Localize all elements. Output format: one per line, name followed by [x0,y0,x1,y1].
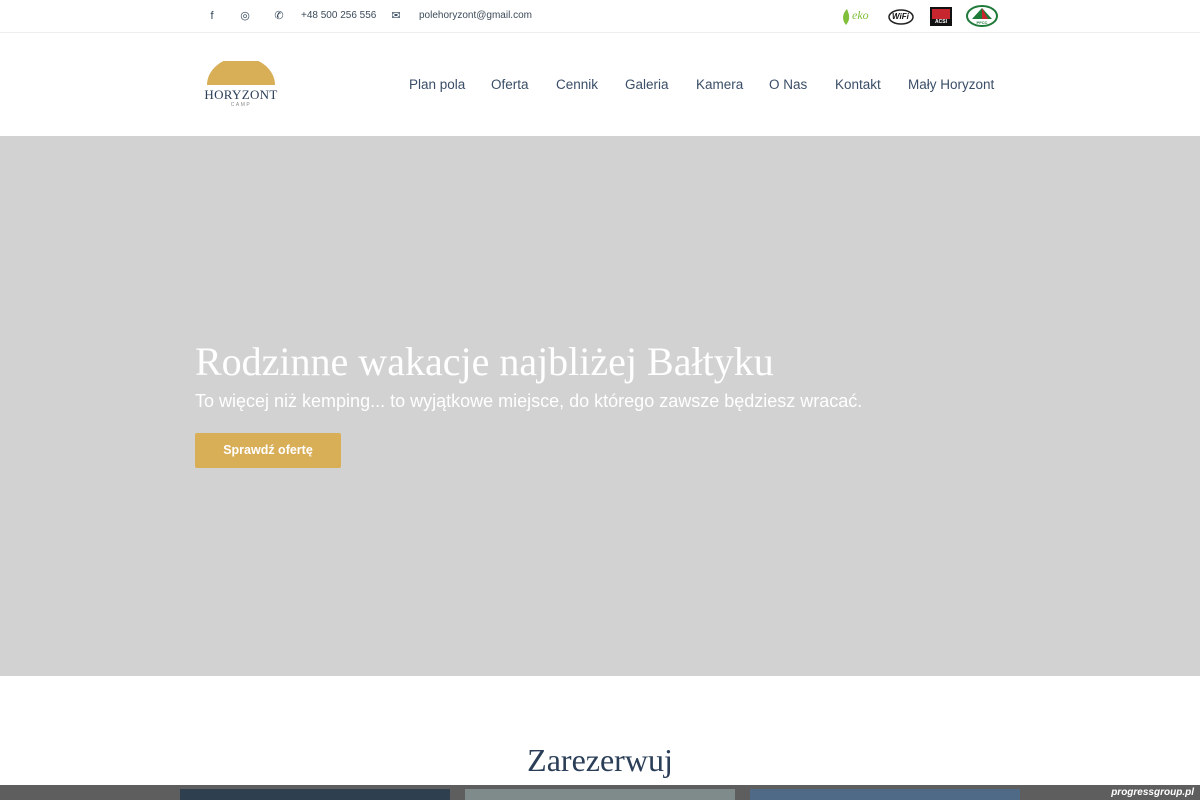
hero-banner: Rodzinne wakacje najbliżej Bałtyku To wi… [0,136,1200,676]
camping-badge-label: PFCC [976,20,988,25]
wifi-badge: WiFi [887,5,915,27]
instagram-icon[interactable]: ◎ [239,10,251,22]
nav-o-nas[interactable]: O Nas [769,77,807,93]
eko-badge-label: eko [852,8,869,22]
phone-icon: ✆ [274,10,284,22]
email-link[interactable]: polehoryzont@gmail.com [419,10,532,22]
gallery-thumb-1[interactable] [180,789,450,800]
reserve-heading: Zarezerwuj [527,742,673,778]
hero-subtitle: To więcej niż kemping... to wyjątkowe mi… [195,391,863,411]
wifi-badge-label: WiFi [892,12,909,21]
gallery-thumb-2[interactable] [465,789,735,800]
gallery-thumb-3[interactable] [750,789,1020,800]
eko-badge: eko [840,5,874,27]
acsi-badge: ACSI [929,5,953,27]
nav-plan-pola[interactable]: Plan pola [409,77,465,93]
phone-number[interactable]: +48 500 256 556 [301,10,376,22]
logo-name: HORYZONT [204,87,278,102]
nav-galeria[interactable]: Galeria [625,77,669,93]
nav-kontakt[interactable]: Kontakt [835,77,881,93]
nav-kamera[interactable]: Kamera [696,77,743,93]
nav-cennik[interactable]: Cennik [556,77,598,93]
mail-icon: ✉ [391,10,401,22]
acsi-badge-label: ACSI [935,19,947,25]
logo[interactable]: HORYZONT CAMP [201,61,281,115]
nav-maly-horyzont[interactable]: Mały Horyzont [908,77,994,93]
top-bar: f ◎ ✆ +48 500 256 556 ✉ polehoryzont@gma… [0,0,1200,33]
camping-badge: PFCC [966,5,998,27]
site-header: HORYZONT CAMP Plan pola Oferta Cennik Ga… [0,33,1200,136]
watermark: progressgroup.pl [1111,787,1194,798]
hero-title: Rodzinne wakacje najbliżej Bałtyku [195,339,774,384]
check-offer-button[interactable]: Sprawdź ofertę [195,433,341,468]
facebook-icon[interactable]: f [206,10,218,22]
nav-oferta[interactable]: Oferta [491,77,529,93]
logo-subtitle: CAMP [230,102,252,108]
